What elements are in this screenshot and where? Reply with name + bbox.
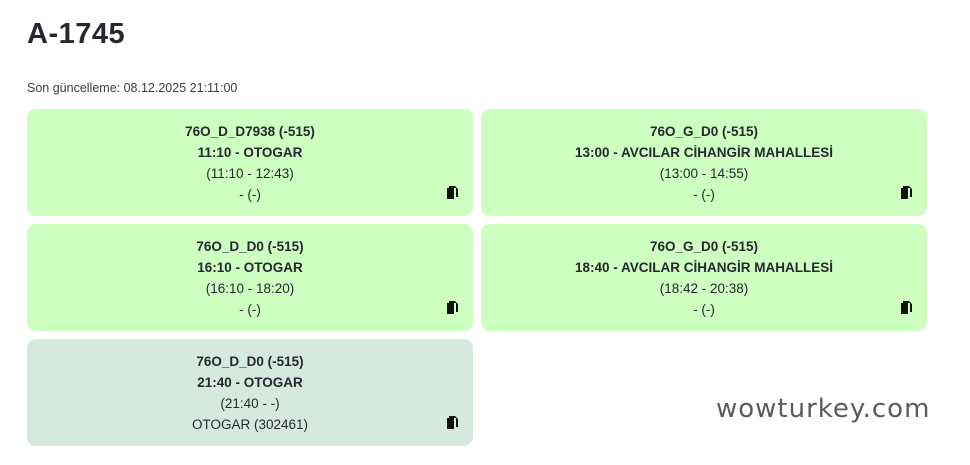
- trip-departure: 21:40 - OTOGAR: [197, 375, 303, 390]
- trip-card: 76O_G_D0 (-515) 13:00 - AVCILAR CİHANGİR…: [481, 109, 927, 216]
- trip-code: 76O_D_D0 (-515): [196, 239, 304, 254]
- trip-card-current: 76O_D_D0 (-515) 21:40 - OTOGAR (21:40 - …: [27, 339, 473, 446]
- copy-icon[interactable]: [445, 300, 459, 315]
- trip-status: - (-): [693, 302, 715, 317]
- trip-time-range: (13:00 - 14:55): [659, 166, 749, 181]
- trip-departure: 16:10 - OTOGAR: [197, 260, 303, 275]
- copy-icon[interactable]: [445, 185, 459, 200]
- trip-status: - (-): [239, 302, 261, 317]
- trip-card: 76O_G_D0 (-515) 18:40 - AVCILAR CİHANGİR…: [481, 224, 927, 331]
- trip-departure: 11:10 - OTOGAR: [197, 145, 303, 160]
- trip-departure: 13:00 - AVCILAR CİHANGİR MAHALLESİ: [574, 145, 834, 160]
- trip-card: 76O_D_D0 (-515) 16:10 - OTOGAR (16:10 - …: [27, 224, 473, 331]
- watermark: wowturkey.com: [716, 394, 931, 424]
- trip-code: 76O_G_D0 (-515): [649, 239, 759, 254]
- trip-code: 76O_G_D0 (-515): [649, 124, 759, 139]
- last-updated-label: Son güncelleme: 08.12.2025 21:11:00: [27, 81, 238, 95]
- trip-status: OTOGAR (302461): [191, 417, 309, 432]
- trip-time-range: (18:42 - 20:38): [659, 281, 749, 296]
- trip-status: - (-): [239, 187, 261, 202]
- trip-time-range: (16:10 - 18:20): [205, 281, 295, 296]
- page-title: A-1745: [27, 18, 126, 50]
- copy-icon[interactable]: [445, 415, 459, 430]
- trip-code: 76O_D_D0 (-515): [196, 354, 304, 369]
- trip-status: - (-): [693, 187, 715, 202]
- copy-icon[interactable]: [899, 300, 913, 315]
- trip-time-range: (11:10 - 12:43): [206, 166, 294, 181]
- trip-code: 76O_D_D7938 (-515): [185, 124, 315, 139]
- trip-departure: 18:40 - AVCILAR CİHANGİR MAHALLESİ: [574, 260, 834, 275]
- copy-icon[interactable]: [899, 185, 913, 200]
- trip-time-range: (21:40 - -): [220, 396, 280, 411]
- trip-card: 76O_D_D7938 (-515) 11:10 - OTOGAR (11:10…: [27, 109, 473, 216]
